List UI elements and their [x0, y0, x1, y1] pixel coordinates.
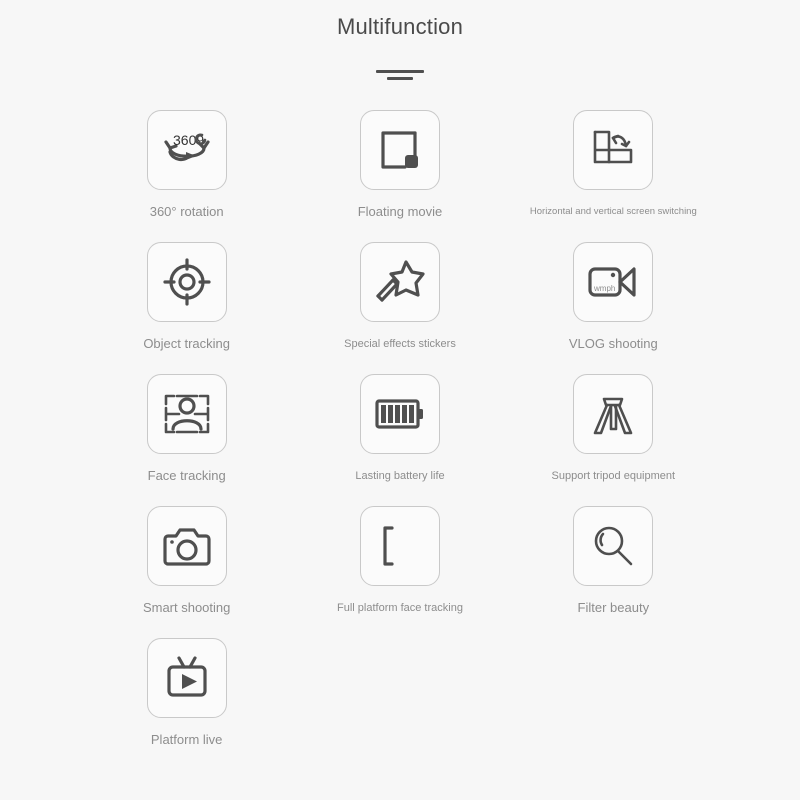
magnifier-icon [573, 506, 654, 586]
feature-card-smart-shooting[interactable]: Smart shooting [80, 506, 293, 616]
feature-label: Full platform face tracking [337, 602, 463, 614]
multifunction-feature-page: Multifunction 3609 360° rotation Floatin… [0, 0, 800, 800]
feature-card-face-tracking[interactable]: Face tracking [80, 374, 293, 484]
rotation-360-icon: 3609 [146, 110, 227, 190]
feature-label: Lasting battery life [355, 470, 445, 482]
feature-card-special-effects[interactable]: Special effects stickers [293, 242, 506, 352]
camera-icon [146, 506, 227, 586]
feature-label: 360° rotation [149, 204, 224, 219]
feature-label: Special effects stickers [344, 338, 456, 350]
feature-card-floating-movie[interactable]: Floating movie [293, 110, 506, 220]
battery-icon [359, 374, 440, 454]
divider-bar-wide [376, 70, 424, 73]
feature-label: Filter beauty [577, 600, 650, 615]
feature-label: Face tracking [147, 468, 226, 483]
face-tracking-icon [146, 374, 227, 454]
feature-card-screen-switching[interactable]: Horizontal and vertical screen switching [507, 110, 720, 220]
vlog-inner-text: wmph [593, 284, 615, 293]
bracket-icon [359, 506, 440, 586]
feature-label: Object tracking [143, 336, 231, 351]
magic-wand-icon [359, 242, 440, 322]
feature-label: Horizontal and vertical screen switching [529, 206, 697, 217]
tripod-icon [573, 374, 654, 454]
feature-card-filter-beauty[interactable]: Filter beauty [507, 506, 720, 616]
feature-label: Smart shooting [142, 600, 231, 615]
feature-card-battery-life[interactable]: Lasting battery life [293, 374, 506, 484]
title-divider [0, 70, 800, 80]
feature-label: VLOG shooting [568, 336, 658, 351]
divider-bar-narrow [387, 77, 413, 80]
tv-play-icon [146, 638, 227, 718]
feature-card-vlog-shooting[interactable]: wmph VLOG shooting [507, 242, 720, 352]
feature-label: Floating movie [357, 204, 443, 219]
feature-label: Support tripod equipment [551, 470, 676, 482]
feature-card-object-tracking[interactable]: Object tracking [80, 242, 293, 352]
video-camera-icon: wmph [573, 242, 654, 322]
floating-movie-icon [359, 110, 440, 190]
feature-card-tripod-support[interactable]: Support tripod equipment [507, 374, 720, 484]
feature-card-platform-live[interactable]: Platform live [80, 638, 293, 748]
crosshair-icon [146, 242, 227, 322]
feature-label: Platform live [150, 732, 223, 747]
feature-card-full-face-tracking[interactable]: Full platform face tracking [293, 506, 506, 616]
screen-switching-icon [573, 110, 654, 190]
feature-card-rotation-360[interactable]: 3609 360° rotation [80, 110, 293, 220]
page-title: Multifunction [336, 14, 464, 39]
feature-grid: 3609 360° rotation Floating movie Horizo… [80, 110, 720, 748]
page-header: Multifunction [0, 0, 800, 80]
